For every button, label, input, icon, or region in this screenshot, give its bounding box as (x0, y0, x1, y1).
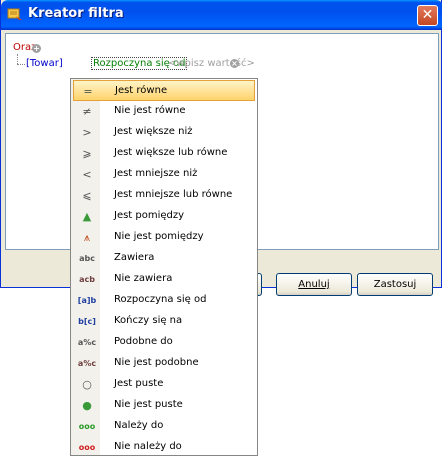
cancel-button[interactable]: Anuluj (276, 273, 352, 296)
equals-icon: = (83, 85, 93, 98)
in-list-icon: ooo (78, 422, 96, 431)
menu-item[interactable]: ooo Należy do (73, 416, 255, 437)
menu-item-label: Należy do (114, 420, 164, 431)
menu-item[interactable]: a%c Podobne do (73, 332, 255, 353)
menu-item-label: Jest większe niż (114, 126, 193, 137)
menu-item[interactable]: ⩚ Nie jest pomiędzy (73, 227, 255, 248)
not-contains-icon: acb (79, 275, 95, 284)
less-than-icon: < (82, 168, 92, 181)
menu-item-label: Kończy się na (114, 315, 183, 326)
menu-item[interactable]: [a]b Rozpoczyna się od (73, 290, 255, 311)
menu-item[interactable]: ooo Nie należy do (73, 437, 255, 458)
filter-builder-icon (7, 8, 22, 20)
menu-item-label: Jest większe lub równe (114, 147, 228, 158)
menu-item[interactable]: ⩽ Jest mniejsze lub równe (73, 185, 255, 206)
menu-item[interactable]: abc Zawiera (73, 248, 255, 269)
menu-item-label: Nie jest pomiędzy (114, 231, 204, 242)
menu-item[interactable]: acb Nie zawiera (73, 269, 255, 290)
operator-dropdown-menu: = Jest równe ≠ Nie jest równe > Jest większe … (70, 78, 258, 456)
not-in-list-icon: ooo (78, 443, 96, 452)
menu-item[interactable]: ≠ Nie jest równe (73, 101, 255, 122)
menu-item[interactable]: ○ Jest puste (73, 374, 255, 395)
menu-item-label: Nie jest puste (114, 399, 183, 410)
not-like-icon: a%c (77, 359, 97, 368)
menu-item-label: Podobne do (114, 336, 173, 347)
is-null-icon: ○ (82, 378, 92, 391)
tree-connector-branch (17, 64, 25, 65)
menu-item-label: Nie jest podobne (114, 357, 199, 368)
remove-condition-icon[interactable]: × (230, 59, 239, 68)
menu-item[interactable]: b[c] Kończy się na (73, 311, 255, 332)
begins-with-icon: [a]b (77, 296, 97, 305)
menu-item[interactable]: < Jest mniejsze niż (73, 164, 255, 185)
menu-item[interactable]: ● Nie jest puste (73, 395, 255, 416)
window-title: Kreator filtra (28, 6, 124, 21)
is-not-null-icon: ● (82, 399, 92, 412)
menu-item-label: Rozpoczyna się od (114, 294, 207, 305)
menu-item-label: Nie jest równe (114, 105, 186, 116)
menu-item-label: Nie należy do (114, 441, 182, 452)
like-icon: a%c (77, 338, 97, 347)
greater-than-icon: > (82, 126, 92, 139)
menu-item-label: Jest mniejsze niż (114, 168, 198, 179)
title-bar: Kreator filtra ✕ (1, 0, 442, 30)
menu-item-label: Zawiera (114, 252, 155, 263)
menu-item[interactable]: = Jest równe (73, 80, 255, 101)
between-icon: ▲ (82, 210, 92, 223)
menu-item-label: Nie zawiera (114, 273, 173, 284)
not-equals-icon: ≠ (82, 105, 92, 118)
less-or-equal-icon: ⩽ (82, 189, 92, 202)
close-button[interactable]: ✕ (417, 5, 438, 26)
menu-item[interactable]: a%c Nie jest podobne (73, 353, 255, 374)
menu-item-label: Jest równe (115, 85, 168, 96)
apply-button[interactable]: Zastosuj (357, 273, 433, 296)
condition-field[interactable]: [Towar] (26, 58, 63, 69)
cancel-button-label: Anuluj (298, 279, 330, 290)
apply-button-label: Zastosuj (373, 279, 417, 290)
ends-with-icon: b[c] (78, 317, 96, 326)
menu-item[interactable]: ⩾ Jest większe lub równe (73, 143, 255, 164)
add-condition-icon[interactable]: + (32, 44, 41, 53)
not-between-icon: ⩚ (83, 231, 91, 244)
condition-value-placeholder[interactable]: <wpisz wartość> (168, 58, 255, 69)
contains-icon: abc (79, 254, 95, 263)
menu-item-label: Jest puste (114, 378, 164, 389)
menu-item[interactable]: ▲ Jest pomiędzy (73, 206, 255, 227)
menu-item-label: Jest pomiędzy (114, 210, 185, 221)
tree-connector (17, 54, 18, 64)
menu-item[interactable]: > Jest większe niż (73, 122, 255, 143)
greater-or-equal-icon: ⩾ (82, 147, 92, 160)
menu-item-label: Jest mniejsze lub równe (114, 189, 233, 200)
